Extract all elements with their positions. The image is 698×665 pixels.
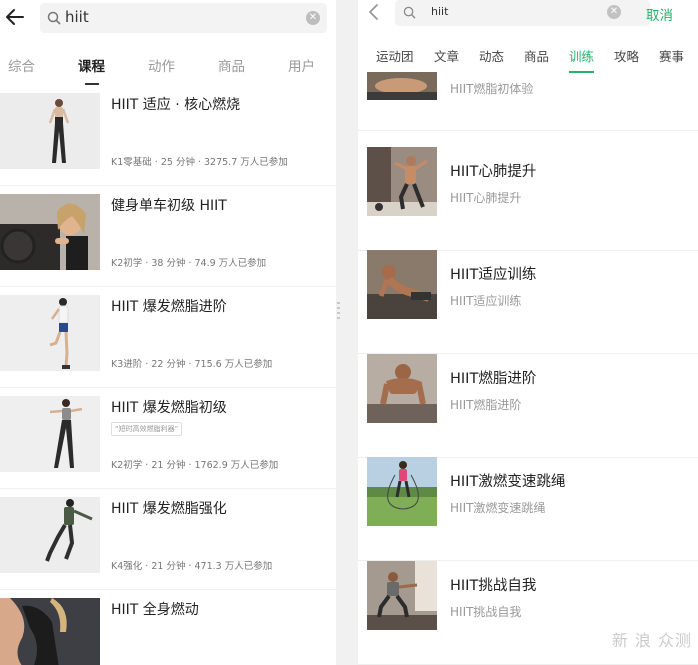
cancel-button[interactable]: 取消 [646, 4, 673, 24]
search-icon [403, 6, 416, 19]
course-title: HIIT 适应 · 核心燃烧 [111, 97, 241, 113]
training-title: HIIT心肺提升 [450, 164, 537, 180]
tab-posts[interactable]: 动态 [479, 46, 504, 65]
course-item[interactable]: HIIT 爆发燃脂进阶 K3进阶 · 22 分钟 · 715.6 万人已参加 [0, 295, 336, 388]
training-item[interactable]: HIIT激燃变速跳绳 HIIT激燃变速跳绳 [358, 457, 698, 561]
training-title: HIIT挑战自我 [450, 578, 537, 594]
training-thumbnail [367, 354, 437, 423]
tab-products[interactable]: 商品 [524, 46, 549, 65]
tab-sports-groups[interactable]: 运动团 [376, 46, 414, 65]
course-thumbnail [0, 295, 100, 371]
course-thumbnail [0, 497, 100, 573]
course-item[interactable]: 健身单车初级 HIIT K2初学 · 38 分钟 · 74.9 万人已参加 [0, 194, 336, 287]
tab-bar: 运动团 文章 动态 商品 训练 攻略 赛事 [358, 36, 698, 73]
back-arrow-icon[interactable] [4, 6, 26, 28]
course-item[interactable]: HIIT 适应 · 核心燃烧 K1零基础 · 25 分钟 · 3275.7 万人… [0, 93, 336, 186]
course-meta: K2初学 · 21 分钟 · 1762.9 万人已参加 [111, 460, 279, 471]
training-thumbnail [367, 250, 437, 319]
training-subtitle: HIIT燃脂进阶 [450, 398, 522, 412]
search-query: hiit [431, 5, 449, 18]
course-thumbnail [0, 598, 100, 665]
tab-courses[interactable]: 课程 [78, 55, 105, 85]
training-title: HIIT激燃变速跳绳 [450, 474, 566, 490]
search-icon [47, 11, 61, 25]
course-title: 健身单车初级 HIIT [111, 198, 227, 214]
left-app-screen: hiit ✕ 综合 课程 动作 商品 用户 HIIT 适应 · 核心燃烧 K1零… [0, 0, 336, 665]
panel-divider [336, 0, 358, 665]
training-subtitle: HIIT挑战自我 [450, 605, 522, 619]
search-input[interactable]: hiit ✕ [40, 3, 327, 33]
course-title: HIIT 爆发燃脂强化 [111, 501, 227, 517]
course-thumbnail [0, 396, 100, 472]
training-thumbnail [367, 457, 437, 526]
course-item[interactable]: HIIT 全身燃动 [0, 598, 336, 665]
clear-icon[interactable]: ✕ [306, 11, 320, 25]
training-thumbnail [367, 72, 437, 100]
course-thumbnail [0, 194, 100, 270]
right-app-screen: hiit ✕ 取消 运动团 文章 动态 商品 训练 攻略 赛事 HIIT燃脂初体… [358, 0, 698, 665]
tab-training[interactable]: 训练 [569, 46, 595, 73]
clear-icon[interactable]: ✕ [607, 5, 621, 19]
course-title: HIIT 爆发燃脂初级 [111, 400, 227, 416]
tab-users[interactable]: 用户 [288, 55, 315, 75]
tab-bar: 综合 课程 动作 商品 用户 [0, 44, 336, 85]
training-item[interactable]: HIIT燃脂进阶 HIIT燃脂进阶 [358, 354, 698, 458]
training-subtitle: HIIT适应训练 [450, 294, 522, 308]
course-title: HIIT 全身燃动 [111, 602, 199, 618]
course-meta: K2初学 · 38 分钟 · 74.9 万人已参加 [111, 258, 267, 269]
training-thumbnail [367, 561, 437, 630]
course-item[interactable]: HIIT 爆发燃脂强化 K4强化 · 21 分钟 · 471.3 万人已参加 [0, 497, 336, 590]
training-item[interactable]: HIIT心肺提升 HIIT心肺提升 [358, 147, 698, 251]
tab-products[interactable]: 商品 [218, 55, 245, 75]
tab-guides[interactable]: 攻略 [614, 46, 639, 65]
training-thumbnail [367, 147, 437, 216]
course-title: HIIT 爆发燃脂进阶 [111, 299, 227, 315]
course-meta: K3进阶 · 22 分钟 · 715.6 万人已参加 [111, 359, 273, 370]
search-query: hiit [65, 8, 89, 26]
watermark-logo: 新 浪 众测 [611, 631, 692, 650]
tab-moves[interactable]: 动作 [148, 55, 175, 75]
tab-articles[interactable]: 文章 [434, 46, 459, 65]
tab-all[interactable]: 综合 [8, 55, 35, 75]
training-item[interactable]: HIIT燃脂初体验 [358, 72, 698, 131]
training-item[interactable]: HIIT适应训练 HIIT适应训练 [358, 250, 698, 354]
training-subtitle: HIIT心肺提升 [450, 191, 522, 205]
training-subtitle: HIIT燃脂初体验 [450, 82, 534, 96]
course-meta: K4强化 · 21 分钟 · 471.3 万人已参加 [111, 561, 273, 572]
chevron-left-icon[interactable] [366, 3, 382, 21]
course-tag-badge: “短时高效燃脂利器” [111, 422, 183, 436]
course-meta: K1零基础 · 25 分钟 · 3275.7 万人已参加 [111, 157, 288, 168]
training-subtitle: HIIT激燃变速跳绳 [450, 501, 546, 515]
course-thumbnail [0, 93, 100, 169]
training-title: HIIT适应训练 [450, 267, 537, 283]
tab-events[interactable]: 赛事 [659, 46, 684, 65]
training-title: HIIT燃脂进阶 [450, 371, 537, 387]
active-tab-indicator [84, 83, 99, 85]
course-item[interactable]: HIIT 爆发燃脂初级 “短时高效燃脂利器” K2初学 · 21 分钟 · 17… [0, 396, 336, 489]
